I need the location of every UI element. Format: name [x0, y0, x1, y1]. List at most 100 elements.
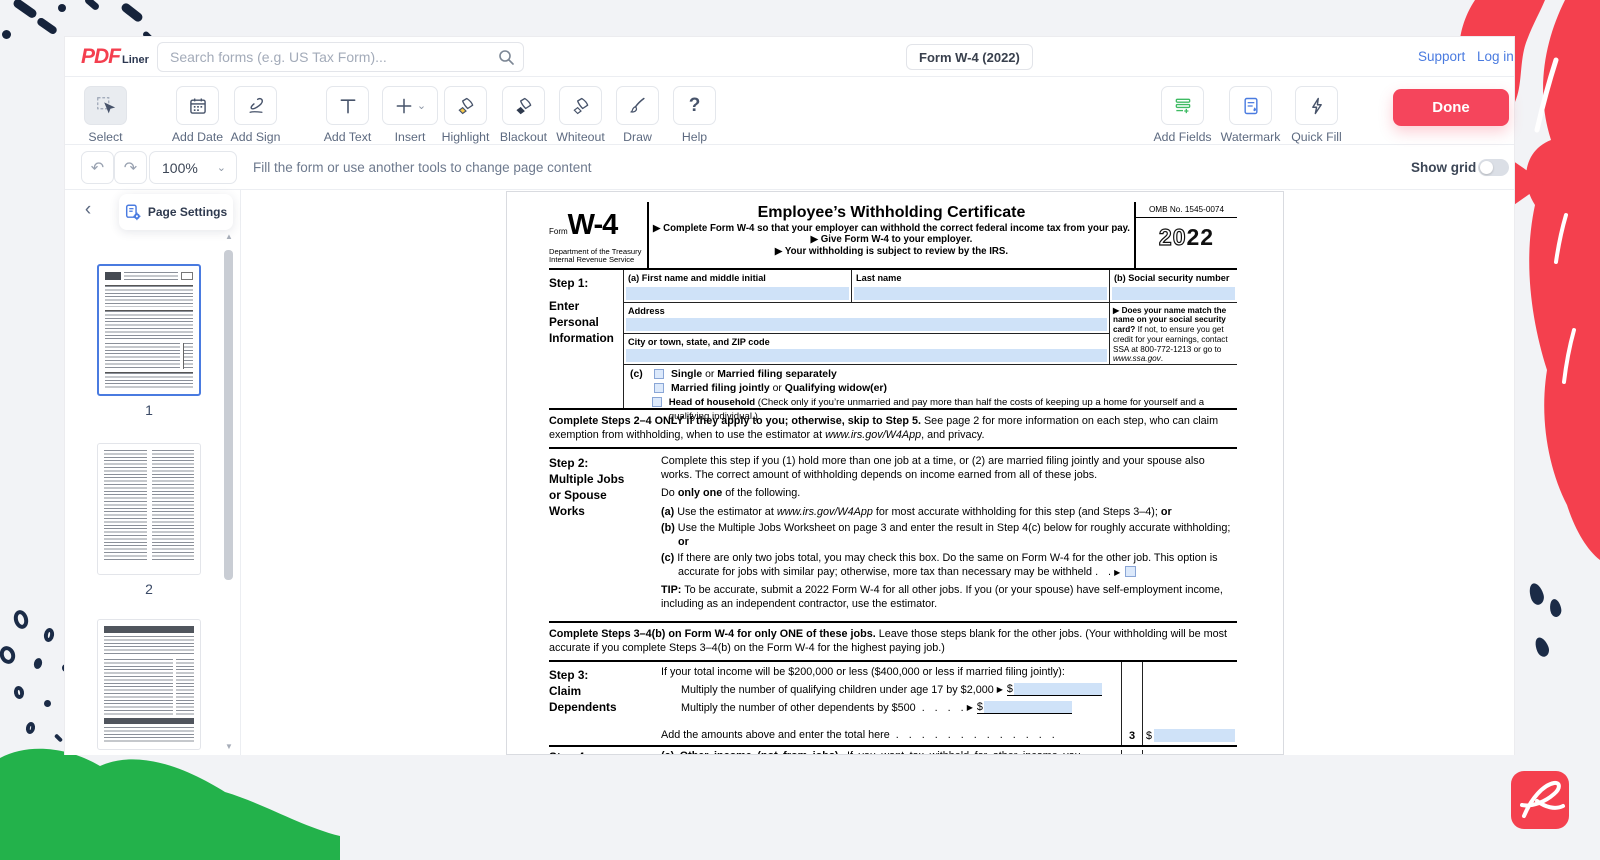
redo-icon: ↷ [124, 158, 137, 178]
document-viewer: ‹ Page Settings [65, 190, 1514, 755]
step2-option-c: (c) If there are only two jobs total, yo… [661, 551, 1237, 580]
zoom-control[interactable]: 100% ⌄ [149, 151, 237, 184]
address-input[interactable] [626, 318, 1107, 331]
tool-quick-fill[interactable]: Quick Fill [1295, 86, 1338, 144]
toggle-knob [1480, 161, 1493, 174]
tool-label: Quick Fill [1291, 130, 1342, 144]
search-bar [157, 42, 524, 72]
ssn-cell: (b) Social security number [1110, 270, 1237, 303]
tool-label: Blackout [500, 130, 547, 144]
select-cursor-icon [95, 95, 117, 117]
tool-label: Draw [623, 130, 652, 144]
tool-add-text[interactable]: Add Text [326, 86, 369, 144]
step3-amount-cell: $ [1142, 662, 1237, 745]
collapse-sidebar-button[interactable]: ‹ [77, 198, 99, 222]
tool-help[interactable]: ? Help [673, 86, 716, 144]
page-thumbnail-1[interactable] [97, 264, 201, 396]
form-header: FormW-4 Department of the Treasury Inter… [549, 202, 1237, 270]
married-jointly-checkbox[interactable] [654, 383, 664, 393]
toolbar: Select Add Date Add Sign Add Text [65, 77, 1514, 145]
page-number-2: 2 [97, 581, 201, 597]
tool-add-sign[interactable]: Add Sign [234, 86, 277, 144]
tool-highlight[interactable]: Highlight [444, 86, 487, 144]
step2-p1: Complete this step if you (1) hold more … [661, 454, 1237, 482]
calendar-icon [188, 96, 208, 116]
tool-label: Help [682, 130, 707, 144]
step3-section: Step 3: Claim Dependents If your total i… [549, 662, 1237, 747]
logo-pdf-text: PDF [81, 45, 120, 69]
step3-children-line: Multiply the number of qualifying childr… [661, 683, 1115, 696]
step2-section: Step 2: Multiple Jobs or Spouse Works Co… [549, 449, 1237, 623]
tool-blackout[interactable]: Blackout [502, 86, 545, 144]
tool-watermark[interactable]: Watermark [1229, 86, 1272, 144]
document-title-chip: Form W-4 (2022) [906, 44, 1033, 70]
address-cell: Address [624, 303, 1109, 334]
text-icon [338, 96, 358, 116]
step2-option-a: (a) Use the estimator at www.irs.gov/W4A… [661, 505, 1237, 519]
redo-button[interactable]: ↷ [114, 151, 147, 184]
two-jobs-checkbox[interactable] [1125, 566, 1136, 577]
login-link[interactable]: Log in [1477, 49, 1514, 64]
scroll-up-icon[interactable]: ▲ [224, 232, 234, 241]
tool-insert[interactable]: ⌄ Insert [382, 86, 438, 144]
show-grid-toggle[interactable] [1478, 159, 1509, 176]
step3-total-line: Add the amounts above and enter the tota… [661, 729, 1115, 741]
first-name-input[interactable] [626, 287, 849, 300]
page-settings-label: Page Settings [148, 205, 227, 219]
undo-button[interactable]: ↶ [81, 151, 114, 184]
pdfliner-logo: PDF Liner [81, 45, 149, 69]
page-thumbnail-2[interactable] [97, 443, 201, 575]
w4-form-page: FormW-4 Department of the Treasury Inter… [506, 191, 1284, 755]
tool-add-fields[interactable]: Add Fields [1161, 86, 1204, 144]
search-input[interactable] [157, 42, 524, 72]
page-settings-button[interactable]: Page Settings [119, 194, 233, 230]
step2-option-b: (b) Use the Multiple Jobs Worksheet on p… [661, 521, 1237, 549]
step1-section: Step 1: Enter Personal Information (a) F… [549, 270, 1237, 410]
step2-tip: TIP: To be accurate, submit a 2022 Form … [661, 583, 1237, 611]
tool-whiteout[interactable]: Whiteout [559, 86, 602, 144]
insert-plus-icon [394, 96, 414, 116]
quick-fill-lightning-icon [1307, 96, 1327, 116]
whiteout-brush-icon [571, 96, 591, 116]
watermark-icon [1241, 96, 1261, 116]
scrollbar-thumb[interactable] [224, 250, 233, 580]
tool-label: Add Date [172, 130, 223, 144]
page-settings-icon [125, 204, 142, 221]
step3-intro: If your total income will be $200,000 or… [661, 666, 1115, 678]
tool-label: Select [88, 130, 122, 144]
zoom-value: 100% [162, 160, 198, 176]
single-checkbox[interactable] [654, 369, 664, 379]
city-cell: City or town, state, and ZIP code [624, 334, 1109, 364]
step3-total-input[interactable] [1154, 729, 1235, 742]
app-window: PDF Liner Form W-4 (2022) Support Log in… [64, 36, 1515, 755]
step2-p2: Do only one of the following. [661, 486, 1237, 500]
form-title-block: Employee’s Withholding Certificate ▶ Com… [649, 202, 1134, 268]
city-input[interactable] [626, 349, 1107, 362]
scroll-down-icon[interactable]: ▼ [224, 742, 234, 751]
steps-3-4b-note: Complete Steps 3–4(b) on Form W-4 for on… [549, 623, 1237, 662]
page-thumbnail-3[interactable] [97, 619, 201, 750]
sidebar-scrollbar[interactable]: ▲ ▼ [224, 232, 234, 751]
page-number-1: 1 [97, 402, 201, 418]
top-bar: PDF Liner Form W-4 (2022) Support Log in [65, 37, 1514, 77]
tool-select[interactable]: Select [84, 86, 127, 144]
tool-label: Add Text [324, 130, 372, 144]
ssn-input[interactable] [1112, 287, 1235, 300]
done-button[interactable]: Done [1393, 89, 1509, 126]
tool-add-date[interactable]: Add Date [176, 86, 219, 144]
last-name-input[interactable] [854, 287, 1107, 300]
show-grid-label: Show grid [1411, 145, 1476, 190]
blackout-brush-icon [514, 96, 534, 116]
tool-label: Insert [395, 130, 426, 144]
head-of-household-checkbox[interactable] [652, 397, 662, 407]
first-name-cell: (a) First name and middle initial [624, 270, 852, 302]
support-link[interactable]: Support [1418, 49, 1465, 64]
children-amount-input[interactable] [1014, 683, 1102, 695]
tool-draw[interactable]: Draw [616, 86, 659, 144]
pdf-badge-icon [1511, 771, 1569, 829]
tool-label: Add Fields [1153, 130, 1211, 144]
other-dependents-amount-input[interactable] [984, 701, 1072, 713]
sub-toolbar: ↶ ↷ 100% ⌄ Fill the form or use another … [65, 145, 1514, 190]
form-header-left: FormW-4 Department of the Treasury Inter… [549, 202, 649, 268]
tool-label: Whiteout [556, 130, 605, 144]
